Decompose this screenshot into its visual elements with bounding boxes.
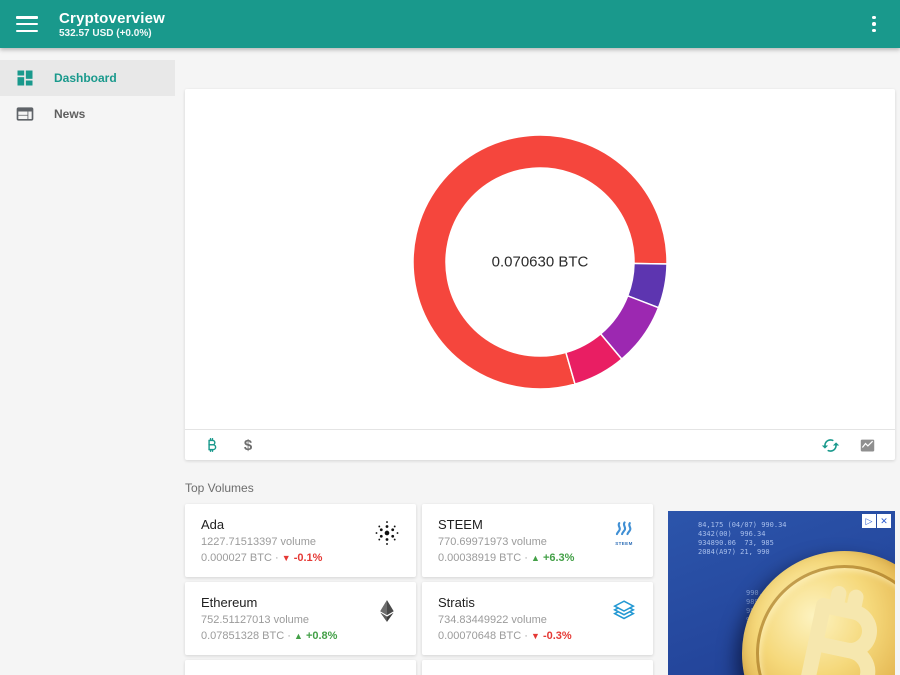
coin-card-stratis[interactable]: Stratis 734.83449922 volume 0.00070648 B…	[422, 582, 653, 655]
advertisement-banner[interactable]: 84,175 (04/07) 990.34 4342(00) 996.34 93…	[668, 511, 895, 675]
stratis-icon	[609, 596, 639, 626]
coin-card-tron[interactable]: TRON	[185, 660, 416, 675]
ethereum-icon	[372, 596, 402, 626]
steem-caption: STEEM	[615, 541, 633, 546]
dashboard-icon	[15, 68, 35, 88]
donut-center-label: 0.070630 BTC	[400, 254, 680, 271]
coin-card-steem[interactable]: STEEM 770.69971973 volume 0.00038919 BTC…	[422, 504, 653, 577]
donut-chart-area: 0.070630 BTC	[185, 89, 895, 429]
steem-icon: STEEM	[609, 518, 639, 548]
top-volumes-title: Top Volumes	[185, 481, 895, 495]
sidebar-item-dashboard[interactable]: Dashboard	[0, 60, 175, 96]
coin-card-0x-protocol[interactable]: 0x Protocol	[422, 660, 653, 675]
up-arrow-icon: ▲	[531, 553, 540, 563]
coin-change: ▼ -0.1%	[282, 552, 323, 564]
coin-btc-value: 0.07851328 BTC	[201, 630, 284, 642]
app-title: Cryptoverview	[59, 10, 165, 27]
sidebar: Dashboard News	[0, 48, 175, 675]
hamburger-menu-icon[interactable]	[16, 16, 38, 32]
news-icon	[15, 104, 35, 124]
dollar-icon: $	[244, 437, 252, 454]
bitcoin-symbol	[746, 565, 895, 675]
overflow-menu-icon[interactable]	[862, 12, 886, 36]
down-arrow-icon: ▼	[282, 553, 291, 563]
portfolio-chart-card: 0.070630 BTC $	[185, 89, 895, 460]
coin-btc-value: 0.000027 BTC	[201, 552, 272, 564]
coin-card-ethereum[interactable]: Ethereum 752.51127013 volume 0.07851328 …	[185, 582, 416, 655]
usd-currency-toggle[interactable]: $	[238, 435, 258, 455]
top-volumes-grid: Ada 1227.71513397 volume 0.000027 BTC · …	[185, 504, 653, 675]
bitcoin-icon	[203, 437, 220, 454]
ad-close-icon[interactable]: ✕	[877, 514, 891, 528]
down-arrow-icon: ▼	[531, 631, 540, 641]
refresh-button[interactable]	[820, 435, 840, 455]
chart-toolbar: $	[185, 429, 895, 460]
app-bar: Cryptoverview 532.57 USD (+0.0%)	[0, 0, 900, 48]
coin-btc-value: 0.00070648 BTC	[438, 630, 521, 642]
portfolio-value-subtitle: 532.57 USD (+0.0%)	[59, 28, 165, 39]
refresh-icon	[821, 436, 840, 455]
up-arrow-icon: ▲	[294, 631, 303, 641]
coin-card-ada[interactable]: Ada 1227.71513397 volume 0.000027 BTC · …	[185, 504, 416, 577]
appbar-titles: Cryptoverview 532.57 USD (+0.0%)	[59, 10, 165, 39]
sidebar-item-label: News	[54, 107, 85, 121]
coin-change: ▲ +0.8%	[294, 630, 337, 642]
sidebar-item-news[interactable]: News	[0, 96, 175, 132]
ad-ticker-text: 84,175 (04/07) 990.34 4342(00) 996.34 93…	[698, 521, 787, 557]
chart-view-button[interactable]	[857, 435, 877, 455]
sidebar-item-label: Dashboard	[54, 71, 117, 85]
main-content: 0.070630 BTC $	[175, 48, 900, 675]
cardano-icon	[372, 518, 402, 548]
adchoices-icon[interactable]: ▷	[862, 514, 876, 528]
area-chart-icon	[858, 436, 877, 455]
btc-currency-toggle[interactable]	[201, 435, 221, 455]
coin-change: ▼ -0.3%	[531, 630, 572, 642]
coin-btc-value: 0.00038919 BTC	[438, 552, 521, 564]
coin-change: ▲ +6.3%	[531, 552, 574, 564]
bitcoin-coin-image	[742, 551, 895, 675]
